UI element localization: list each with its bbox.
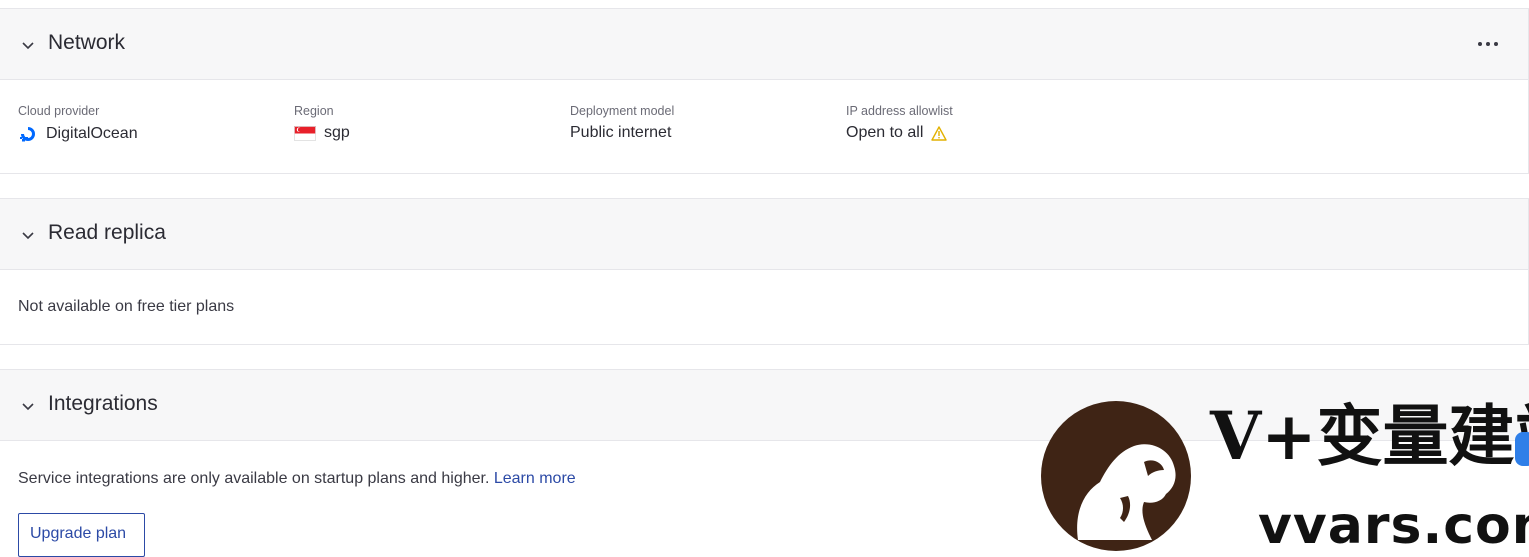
- singapore-flag-icon: [294, 125, 316, 141]
- chevron-down-icon[interactable]: [20, 227, 36, 243]
- region-field: Region sgp: [294, 104, 350, 142]
- integrations-message-line: Service integrations are only available …: [18, 470, 576, 488]
- read-replica-section: Read replica Not available on free tier …: [0, 198, 1529, 345]
- watermark-domain: vvars.com: [1258, 496, 1529, 556]
- read-replica-body: Not available on free tier plans: [0, 270, 1528, 345]
- learn-more-link[interactable]: Learn more: [494, 470, 576, 487]
- read-replica-header[interactable]: Read replica: [0, 198, 1528, 270]
- cloud-provider-field: Cloud provider DigitalOcean: [18, 104, 138, 144]
- deployment-model-label: Deployment model: [570, 104, 675, 118]
- more-options-icon[interactable]: [1476, 35, 1500, 53]
- gorilla-logo: [1041, 401, 1191, 551]
- ip-allowlist-label: IP address allowlist: [846, 104, 953, 118]
- watermark: V+变量建站 vvars.com: [1040, 397, 1529, 556]
- network-title: Network: [48, 31, 126, 54]
- network-section: Network Cloud provider DigitalOcean Regi…: [0, 8, 1529, 174]
- ip-allowlist-value[interactable]: Open to all: [846, 124, 923, 142]
- floating-badge[interactable]: [1515, 432, 1529, 466]
- integrations-title: Integrations: [48, 392, 158, 415]
- read-replica-title: Read replica: [48, 221, 166, 244]
- watermark-title: V+变量建站: [1210, 397, 1529, 475]
- deployment-model-field: Deployment model Public internet: [570, 104, 674, 142]
- upgrade-plan-button[interactable]: Upgrade plan: [18, 513, 145, 557]
- cloud-provider-value: DigitalOcean: [46, 125, 138, 142]
- chevron-down-icon[interactable]: [20, 398, 36, 414]
- chevron-down-icon[interactable]: [20, 37, 36, 53]
- region-label: Region: [294, 104, 334, 118]
- warning-icon[interactable]: [931, 125, 948, 141]
- deployment-model-value: Public internet: [570, 124, 672, 141]
- read-replica-message: Not available on free tier plans: [18, 298, 235, 315]
- network-body: Cloud provider DigitalOcean Region sgp D…: [0, 80, 1528, 174]
- network-header[interactable]: Network: [0, 8, 1528, 80]
- ip-allowlist-field: IP address allowlist Open to all: [846, 104, 953, 142]
- integrations-message: Service integrations are only available …: [18, 470, 490, 487]
- digitalocean-icon: [20, 127, 35, 142]
- region-value: sgp: [324, 124, 350, 141]
- cloud-provider-label: Cloud provider: [18, 104, 100, 118]
